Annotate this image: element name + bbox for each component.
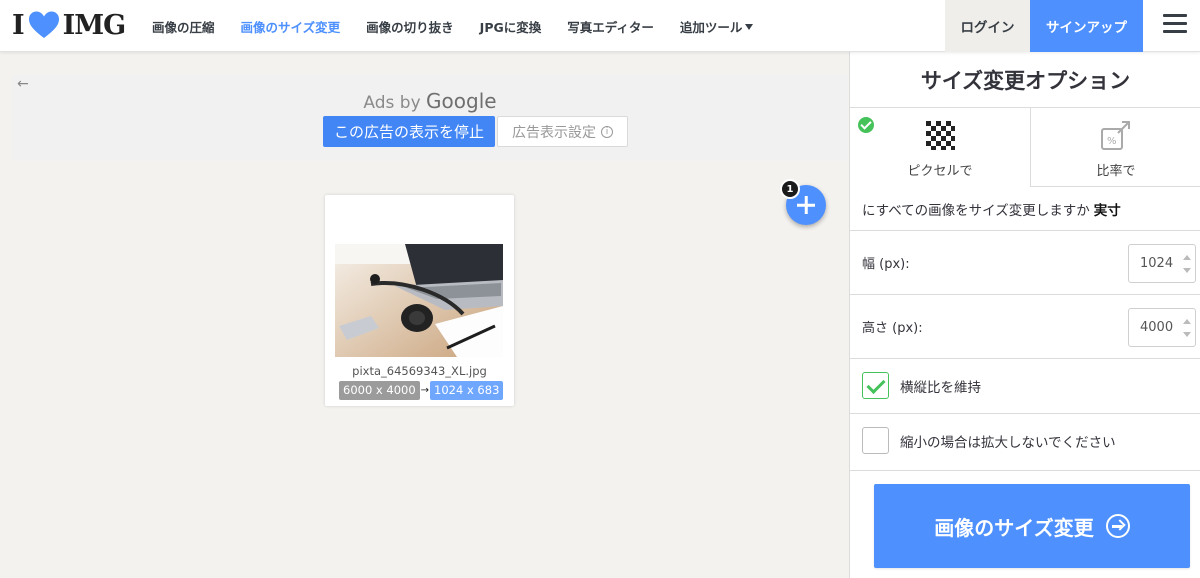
svg-text:%: % [1107,136,1117,147]
iloveimg-logo[interactable]: I IMG [12,9,127,41]
file-name: pixta_64569343_XL.jpg [352,364,487,378]
nav-resize-image[interactable]: 画像のサイズ変更 [241,17,341,36]
ad-settings-button[interactable]: 広告表示設定 i [497,116,628,147]
nav-crop-image[interactable]: 画像の切り抜き [366,17,454,36]
original-size-badge: 6000 x 4000 [339,381,420,400]
headset-laptop-photo [335,244,503,357]
login-button[interactable]: ログイン [945,0,1030,52]
resize-images-button-label: 画像のサイズ変更 [934,515,1094,540]
top-header: I IMG 画像の圧縮 画像のサイズ変更 画像の切り抜き JPGに変換 写真エデ… [0,0,1200,52]
tab-by-pixels-label: ピクセルで [907,164,973,179]
nav-compress-image[interactable]: 画像の圧縮 [152,17,215,36]
upload-work-area: ← Ads by Google この広告の表示を停止 広告表示設定 i 1 pi… [0,52,849,578]
selected-check-icon [858,117,874,133]
heart-logo-icon [28,11,59,38]
resize-question: にすべての画像をサイズ変更しますか 実寸 [850,187,1200,231]
do-not-enlarge-label: 縮小の場合は拡大しないでください [900,435,1116,451]
sidebar-title: サイズ変更オプション [850,52,1200,108]
google-wordmark: Google [426,89,497,113]
main-nav: 画像の圧縮 画像のサイズ変更 画像の切り抜き JPGに変換 写真エディター 追加… [152,0,779,52]
pixels-icon [926,121,955,150]
do-not-enlarge-checkbox[interactable] [862,427,889,454]
nav-photo-editor[interactable]: 写真エディター [567,17,654,36]
percentage-icon: % [1101,121,1130,150]
image-thumbnail [335,244,503,357]
tab-by-pixels[interactable]: ピクセルで [850,108,1030,187]
keep-aspect-ratio-row: 横縦比を維持 [850,359,1200,414]
arrow-circle-right-icon [1105,514,1130,538]
ads-by-google-text: Ads by Google [12,89,848,113]
keep-aspect-ratio-label: 横縦比を維持 [900,380,981,396]
tab-by-percentage-label: 比率で [1096,164,1136,179]
height-row: 高さ (px): 4000 [850,295,1200,359]
file-card[interactable]: pixta_64569343_XL.jpg 6000 x 4000 → 1024… [325,195,514,406]
dimension-change: 6000 x 4000 → 1024 x 683 [339,381,504,400]
caret-down-icon [745,23,754,30]
logo-text-img: IMG [62,9,127,41]
file-count-badge: 1 [780,179,800,199]
width-spinner[interactable] [1182,253,1192,275]
logo-text-i: I [12,9,25,41]
nav-convert-to-jpg[interactable]: JPGに変換 [480,17,542,36]
hamburger-menu-icon[interactable] [1163,14,1187,36]
width-label: 幅 (px): [862,257,910,272]
width-row: 幅 (px): 1024 [850,231,1200,295]
keep-aspect-ratio-checkbox[interactable] [862,372,889,399]
info-icon: i [601,125,613,138]
resize-images-button[interactable]: 画像のサイズ変更 [874,484,1190,568]
nav-more-tools-label: 追加ツール [679,19,743,35]
ads-by-label: Ads by [363,93,421,113]
width-input[interactable]: 1024 [1128,244,1196,283]
resize-question-value: 実寸 [1093,202,1121,219]
ad-banner: ← Ads by Google この広告の表示を停止 広告表示設定 i [12,75,848,161]
do-not-enlarge-row: 縮小の場合は拡大しないでください [850,414,1200,471]
arrow-right-icon: → [420,385,430,396]
height-label: 高さ (px): [862,321,923,336]
stop-seeing-ad-button[interactable]: この広告の表示を停止 [323,116,495,147]
ad-settings-label: 広告表示設定 [512,124,596,141]
new-size-badge: 1024 x 683 [430,381,504,400]
height-spinner[interactable] [1182,317,1192,339]
height-input[interactable]: 4000 [1128,308,1196,347]
height-value: 4000 [1140,320,1174,335]
resize-question-text: にすべての画像をサイズ変更しますか [862,202,1090,219]
options-sidebar: サイズ変更オプション ピクセルで % 比率で にすべての画像をサイズ変更しますか… [849,52,1200,578]
nav-more-tools[interactable]: 追加ツール [680,17,754,36]
tab-by-percentage[interactable]: % 比率で [1030,108,1200,187]
width-value: 1024 [1140,256,1174,271]
signup-button[interactable]: サインアップ [1030,0,1143,52]
